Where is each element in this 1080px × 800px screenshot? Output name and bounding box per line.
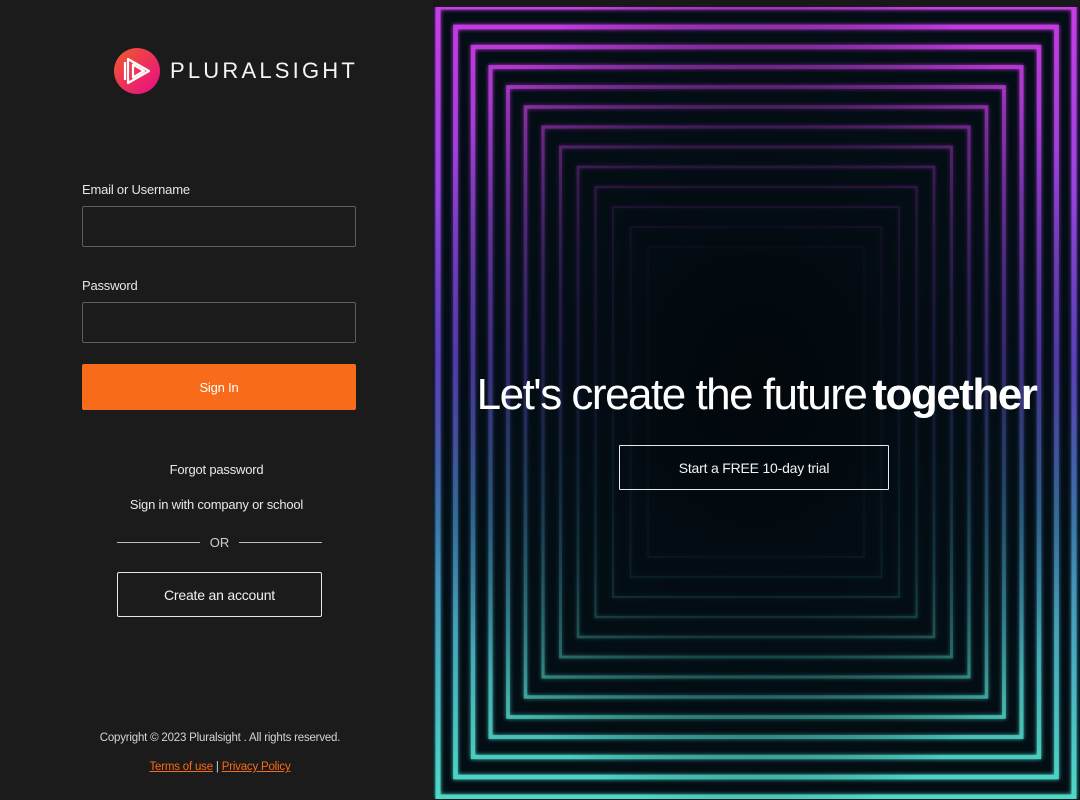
- hero-headline: Let's create the future together: [433, 370, 1080, 420]
- brand-name: PLURALSIGHT: [170, 58, 359, 83]
- sign-in-button[interactable]: Sign In: [82, 364, 356, 410]
- company-signin-row: Sign in with company or school: [0, 497, 433, 512]
- password-label: Password: [82, 278, 138, 293]
- footer-separator: |: [215, 761, 219, 773]
- company-signin-link[interactable]: Sign in with company or school: [130, 497, 303, 512]
- divider-line-left: [117, 541, 200, 543]
- brand-logo[interactable]: PLURALSIGHT: [114, 38, 358, 104]
- divider-line-right: [239, 541, 322, 543]
- privacy-link[interactable]: Privacy Policy: [222, 761, 291, 773]
- terms-link[interactable]: Terms of use: [149, 761, 213, 773]
- forgot-password-row: Forgot password: [0, 462, 433, 477]
- play-triangle-logo-icon: [114, 48, 160, 94]
- footer-links: Terms of use | Privacy Policy: [0, 761, 440, 773]
- hero-panel: Let's create the future together Start a …: [433, 7, 1080, 799]
- or-divider: OR: [117, 532, 322, 552]
- free-trial-button[interactable]: Start a FREE 10-day trial: [619, 445, 889, 490]
- forgot-password-link[interactable]: Forgot password: [170, 462, 264, 477]
- email-label: Email or Username: [82, 182, 190, 197]
- email-field[interactable]: [82, 206, 356, 247]
- copyright-text: Copyright © 2023 Pluralsight . All right…: [99, 732, 341, 744]
- hero-headline-bold: together: [872, 370, 1038, 419]
- password-field[interactable]: [82, 302, 356, 343]
- login-panel: PLURALSIGHT Email or Username Password S…: [0, 0, 433, 800]
- create-account-button[interactable]: Create an account: [117, 572, 322, 617]
- hero-headline-light: Let's create the future: [476, 370, 868, 419]
- or-text: OR: [209, 534, 230, 550]
